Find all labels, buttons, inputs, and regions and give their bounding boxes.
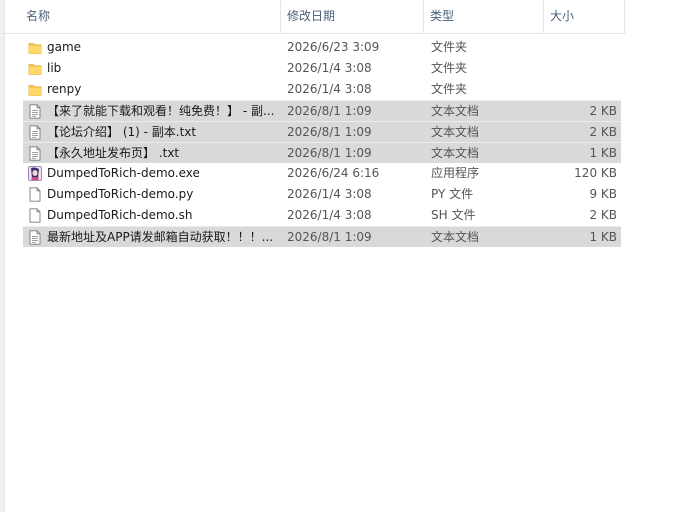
file-name: lib xyxy=(47,61,62,75)
file-size: 9 KB xyxy=(589,187,617,201)
file-size: 1 KB xyxy=(589,146,617,160)
column-header-type[interactable]: 类型 xyxy=(424,0,544,33)
file-modified-date: 2026/8/1 1:09 xyxy=(287,146,372,160)
file-type: 文本文档 xyxy=(431,230,480,244)
column-header-bar: 名称 ^ 修改日期 类型 大小 xyxy=(0,0,625,34)
file-size: 120 KB xyxy=(574,166,617,180)
file-name: game xyxy=(47,40,82,54)
file-list-pane: 名称 ^ 修改日期 类型 大小 game 2026/6/23 3:09 文件夹 lib… xyxy=(0,0,696,512)
file-name: renpy xyxy=(47,82,82,96)
file-type: SH 文件 xyxy=(431,208,476,222)
file-modified-date: 2026/1/4 3:08 xyxy=(287,61,372,75)
file-row[interactable]: 【论坛介绍】 (1) - 副本.txt 2026/8/1 1:09 文本文档 2 KB xyxy=(23,121,621,142)
sort-ascending-icon: ^ xyxy=(166,0,175,7)
file-row[interactable]: lib 2026/1/4 3:08 文件夹 xyxy=(23,58,621,79)
file-type: 文件夹 xyxy=(431,82,468,96)
file-modified-date: 2026/8/1 1:09 xyxy=(287,125,372,139)
file-modified-date: 2026/8/1 1:09 xyxy=(287,104,372,118)
file-name: 【论坛介绍】 (1) - 副本.txt xyxy=(47,125,197,139)
text-document-icon xyxy=(28,230,42,245)
file-size xyxy=(543,58,617,79)
file-size: 2 KB xyxy=(589,125,617,139)
navigation-pane-edge[interactable] xyxy=(0,0,5,512)
column-header-type-label: 类型 xyxy=(430,9,455,23)
file-name: DumpedToRich-demo.py xyxy=(47,187,194,201)
file-size: 2 KB xyxy=(589,208,617,222)
file-size: 1 KB xyxy=(589,230,617,244)
file-row[interactable]: 最新地址及APP请发邮箱自动获取！！！... 2026/8/1 1:09 文本文档 1… xyxy=(23,226,621,247)
file-row[interactable]: DumpedToRich-demo.sh 2026/1/4 3:08 SH 文件 2 … xyxy=(23,205,621,226)
folder-icon xyxy=(28,82,42,97)
file-name: 最新地址及APP请发邮箱自动获取！！！... xyxy=(47,230,274,244)
blank-file-icon xyxy=(28,208,42,223)
file-size: 2 KB xyxy=(589,104,617,118)
application-icon xyxy=(28,166,42,181)
file-type: 文件夹 xyxy=(431,40,468,54)
column-header-name[interactable]: 名称 ^ xyxy=(20,0,281,33)
file-modified-date: 2026/6/23 3:09 xyxy=(287,40,380,54)
file-size xyxy=(543,79,617,100)
file-type: 文件夹 xyxy=(431,61,468,75)
file-name: 【来了就能下载和观看！纯免费！】 - 副... xyxy=(47,104,275,118)
file-row[interactable]: renpy 2026/1/4 3:08 文件夹 xyxy=(23,79,621,100)
file-row[interactable]: game 2026/6/23 3:09 文件夹 xyxy=(23,37,621,58)
file-type: 应用程序 xyxy=(431,166,480,180)
file-row[interactable]: 【来了就能下载和观看！纯免费！】 - 副... 2026/8/1 1:09 文本文档… xyxy=(23,100,621,121)
file-row[interactable]: DumpedToRich-demo.py 2026/1/4 3:08 PY 文件 9 … xyxy=(23,184,621,205)
file-row[interactable]: DumpedToRich-demo.exe 2026/6/24 6:16 应用程序 1… xyxy=(23,163,621,184)
text-document-icon xyxy=(28,125,42,140)
column-header-date[interactable]: 修改日期 xyxy=(281,0,424,33)
file-modified-date: 2026/1/4 3:08 xyxy=(287,187,372,201)
column-header-name-label: 名称 xyxy=(26,9,51,23)
file-row[interactable]: 【永久地址发布页】 .txt 2026/8/1 1:09 文本文档 1 KB xyxy=(23,142,621,163)
file-type: 文本文档 xyxy=(431,104,480,118)
file-modified-date: 2026/1/4 3:08 xyxy=(287,208,372,222)
column-header-size-label: 大小 xyxy=(550,9,575,23)
file-name: 【永久地址发布页】 .txt xyxy=(47,146,180,160)
file-name: DumpedToRich-demo.sh xyxy=(47,208,193,222)
text-document-icon xyxy=(28,146,42,161)
blank-file-icon xyxy=(28,187,42,202)
file-type: 文本文档 xyxy=(431,125,480,139)
file-name: DumpedToRich-demo.exe xyxy=(47,166,200,180)
folder-icon xyxy=(28,40,42,55)
file-modified-date: 2026/8/1 1:09 xyxy=(287,230,372,244)
file-type: PY 文件 xyxy=(431,187,474,201)
file-type: 文本文档 xyxy=(431,146,480,160)
column-header-size[interactable]: 大小 xyxy=(544,0,625,33)
column-header-date-label: 修改日期 xyxy=(287,9,336,23)
file-modified-date: 2026/1/4 3:08 xyxy=(287,82,372,96)
text-document-icon xyxy=(28,104,42,119)
file-modified-date: 2026/6/24 6:16 xyxy=(287,166,380,180)
folder-icon xyxy=(28,61,42,76)
file-size xyxy=(543,37,617,58)
